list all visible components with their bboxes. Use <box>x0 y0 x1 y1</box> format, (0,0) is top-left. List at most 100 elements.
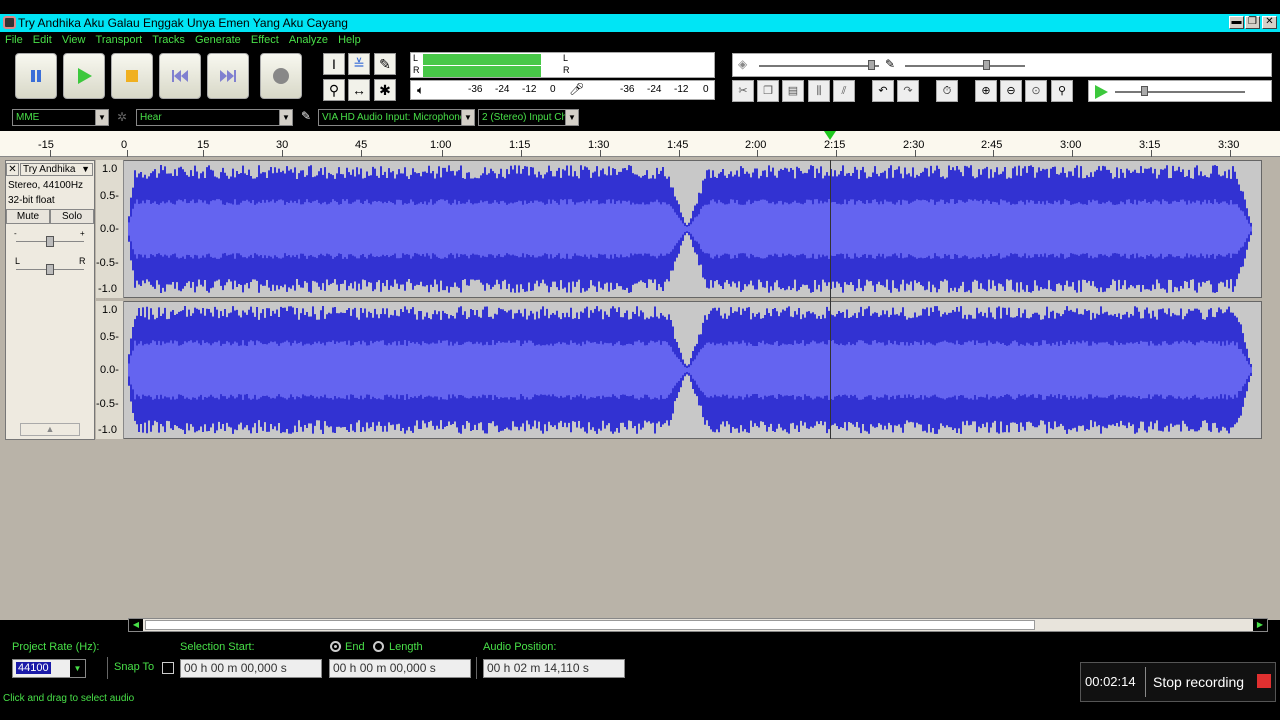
solo-button[interactable]: Solo <box>50 209 94 224</box>
audio-host-select[interactable]: MME ▼ <box>12 109 109 126</box>
pause-button[interactable] <box>15 53 57 99</box>
menu-tracks[interactable]: Tracks <box>152 32 185 49</box>
menu-edit[interactable]: Edit <box>33 32 52 49</box>
track-close-button[interactable]: ✕ <box>6 163 19 176</box>
draw-tool[interactable]: ✎ <box>374 53 396 75</box>
zoom-tool[interactable]: ⚲ <box>323 79 345 101</box>
record-button[interactable] <box>260 53 302 99</box>
menu-view[interactable]: View <box>62 32 86 49</box>
fit-selection-button[interactable]: ⊙ <box>1025 80 1047 102</box>
input-device-select[interactable]: VIA HD Audio Input: Microphone ▼ <box>318 109 475 126</box>
trim-button[interactable]: ⫼ <box>808 80 830 102</box>
stop-icon <box>126 70 138 82</box>
selection-end-field[interactable]: 00 h 00 m 00,000 s <box>329 659 471 678</box>
stop-button[interactable] <box>111 53 153 99</box>
gain-thumb[interactable] <box>46 236 54 247</box>
waveform-right-channel[interactable] <box>96 301 1262 439</box>
input-channels-select[interactable]: 2 (Stereo) Input Channels▼ <box>478 109 579 126</box>
scissors-icon: ✂ <box>738 85 748 97</box>
cut-button[interactable]: ✂ <box>732 80 754 102</box>
output-device-value: Hear <box>140 112 162 123</box>
pan-thumb[interactable] <box>46 264 54 275</box>
fit-project-icon: ⚲ <box>1057 85 1067 97</box>
play-button[interactable] <box>63 53 105 99</box>
selection-tool[interactable]: I <box>323 53 345 75</box>
mute-button[interactable]: Mute <box>6 209 50 224</box>
skip-start-button[interactable] <box>159 53 201 99</box>
length-radio[interactable] <box>373 641 384 652</box>
stop-recording-label[interactable]: Stop recording <box>1153 674 1244 690</box>
minimize-button[interactable]: ▬ <box>1229 16 1244 29</box>
timeshift-tool[interactable]: ↔ <box>348 79 370 101</box>
speaker-icon[interactable]: 🔈︎ <box>417 83 424 98</box>
track-menu-button[interactable]: Try Andhika ▼ <box>20 163 93 176</box>
paste-button[interactable]: ▤ <box>782 80 804 102</box>
waveform-left-channel[interactable] <box>96 160 1262 298</box>
speed-thumb[interactable] <box>1141 86 1148 96</box>
playback-volume-slider[interactable] <box>759 65 879 67</box>
audio-position-field[interactable]: 00 h 02 m 14,110 s <box>483 659 625 678</box>
stop-recording-icon[interactable] <box>1257 674 1271 688</box>
ruler-tick-label: 1:00 <box>430 139 452 151</box>
ruler-tick-mark <box>1230 150 1231 157</box>
horizontal-scrollbar[interactable]: ◀ ▶ <box>128 618 1268 632</box>
project-rate-select[interactable]: 44100 ▼ <box>12 659 86 678</box>
scale-label: -0.5- <box>96 398 119 410</box>
meter-scale: 🔈︎ -36 -24 -12 0 🎤︎ -36 -24 -12 0 <box>410 80 715 100</box>
recording-volume-slider[interactable] <box>905 65 1025 67</box>
project-rate-label: Project Rate (Hz): <box>12 641 100 653</box>
scale-label: 0.5- <box>100 331 119 343</box>
maximize-button[interactable]: ❐ <box>1245 16 1260 29</box>
recording-volume-thumb[interactable] <box>983 60 990 70</box>
ruler-tick-label: 1:15 <box>509 139 531 151</box>
skip-end-button[interactable] <box>207 53 249 99</box>
ruler-tick-mark <box>993 150 994 157</box>
scale-label: 1.0 <box>102 304 118 316</box>
gain-plus-label: + <box>80 229 85 238</box>
output-device-select[interactable]: Hear ▼ <box>136 109 293 126</box>
menu-generate[interactable]: Generate <box>195 32 241 49</box>
collapse-track-button[interactable]: ▲ <box>20 423 80 436</box>
menu-effect[interactable]: Effect <box>251 32 279 49</box>
redo-button[interactable]: ↷ <box>897 80 919 102</box>
menu-analyze[interactable]: Analyze <box>289 32 328 49</box>
menu-file[interactable]: File <box>5 32 23 49</box>
title-bar: Try Andhika Aku Galau Enggak Unya Emen Y… <box>0 14 1280 32</box>
multi-tool[interactable]: ✱ <box>374 79 396 101</box>
pencil-icon: ✎ <box>379 56 391 72</box>
ruler-tick-mark <box>915 150 916 157</box>
ruler-tick-mark <box>442 150 443 157</box>
end-radio[interactable] <box>330 641 341 652</box>
meter-tick: 0 <box>550 84 556 95</box>
recording-time: 00:02:14 <box>1085 674 1136 689</box>
scroll-left-icon[interactable]: ◀ <box>129 619 143 631</box>
silence-button[interactable]: ⫽ <box>833 80 855 102</box>
close-window-button[interactable]: ✕ <box>1262 16 1277 29</box>
microphone-icon[interactable]: 🎤︎ <box>569 82 584 96</box>
scroll-right-icon[interactable]: ▶ <box>1253 619 1267 631</box>
ruler-tick-label: 1:45 <box>667 139 689 151</box>
ruler-tick-mark <box>679 150 680 157</box>
copy-icon: ❐ <box>763 85 773 97</box>
menu-transport[interactable]: Transport <box>96 32 143 49</box>
speed-slider[interactable] <box>1115 91 1245 93</box>
zoom-in-button[interactable]: ⊕ <box>975 80 997 102</box>
selection-start-field[interactable]: 00 h 00 m 00,000 s <box>180 659 322 678</box>
undo-button[interactable]: ↶ <box>872 80 894 102</box>
recording-meter[interactable]: L R L R <box>410 52 715 78</box>
track-name: Try Andhika <box>23 164 76 175</box>
playback-volume-thumb[interactable] <box>868 60 875 70</box>
divider <box>476 657 477 679</box>
play-at-speed-icon[interactable] <box>1093 84 1109 100</box>
selection-start-value: 00 h 00 m 00,000 s <box>184 661 287 675</box>
zoom-out-button[interactable]: ⊖ <box>1000 80 1022 102</box>
timeline-ruler[interactable] <box>0 131 1280 157</box>
menu-help[interactable]: Help <box>338 32 361 49</box>
copy-button[interactable]: ❐ <box>757 80 779 102</box>
fit-project-button[interactable]: ⚲ <box>1051 80 1073 102</box>
envelope-tool[interactable]: ≚ <box>348 53 370 75</box>
sync-lock-button[interactable]: ⏱ <box>936 80 958 102</box>
ruler-tick-mark <box>757 150 758 157</box>
scroll-thumb[interactable] <box>145 620 1035 630</box>
snap-to-checkbox[interactable] <box>162 662 174 674</box>
